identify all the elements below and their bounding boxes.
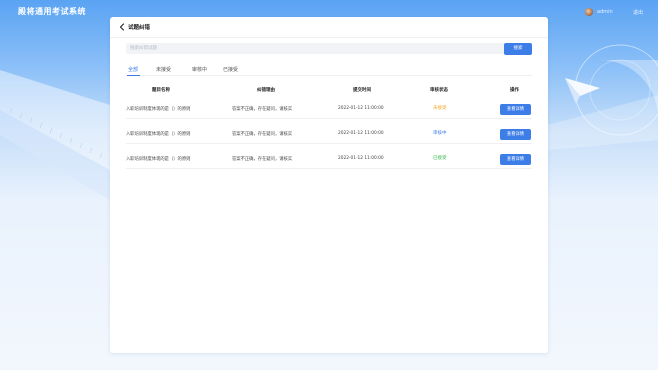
row-question-name: 入职培训制度体现的是（）的原则 [126,132,191,137]
column-header-status: 审核状态 [430,88,448,93]
panel-header: 试题纠错 [110,17,548,38]
column-header-time: 提交时间 [353,88,371,93]
user-avatar[interactable] [585,8,593,16]
active-tab-indicator [127,75,140,76]
status-badge: 已接受 [433,156,447,161]
search-button[interactable]: 搜索 [504,43,532,55]
row-question-name: 入职培训制度体现的是（）的原则 [126,157,191,162]
tab-accepted[interactable]: 已接受 [223,66,238,73]
status-badge: 审核中 [433,131,447,136]
row-reason: 答案不正确，存在疑问，请核实 [232,107,293,112]
status-badge: 未接受 [433,106,447,111]
column-header-name: 题目名称 [152,88,170,93]
view-details-button[interactable]: 查看详情 [500,154,531,165]
app-title: 殿将通用考试系统 [18,7,86,16]
view-details-button[interactable]: 查看详情 [500,129,531,140]
column-header-action: 操作 [510,88,519,93]
tab-not-accepted[interactable]: 未接受 [156,66,171,73]
row-divider [126,143,532,144]
username[interactable]: admin [597,9,613,15]
row-time: 2022-01-12 11:00:00 [338,156,384,161]
row-time: 2022-01-12 11:00:00 [338,131,384,136]
view-details-button[interactable]: 查看详情 [500,104,531,115]
tabs-divider [126,75,532,76]
search-input[interactable] [126,43,505,54]
error-correction-panel: 试题纠错 搜索 全部 未接受 审核中 已接受 题目名称 纠错理由 提交时间 审核… [110,17,548,353]
tab-all[interactable]: 全部 [128,66,138,73]
row-divider [126,168,532,169]
row-divider [126,118,532,119]
tab-reviewing[interactable]: 审核中 [192,66,207,73]
logout-link[interactable]: 退出 [633,9,643,16]
row-question-name: 入职培训制度体现的是（）的原则 [126,107,191,112]
column-header-reason: 纠错理由 [257,88,275,93]
row-reason: 答案不正确，存在疑问，请核实 [232,132,293,137]
chevron-left-icon[interactable] [118,23,126,31]
row-time: 2022-01-12 11:00:00 [338,106,384,111]
row-reason: 答案不正确，存在疑问，请核实 [232,157,293,162]
page-title: 试题纠错 [128,25,151,31]
